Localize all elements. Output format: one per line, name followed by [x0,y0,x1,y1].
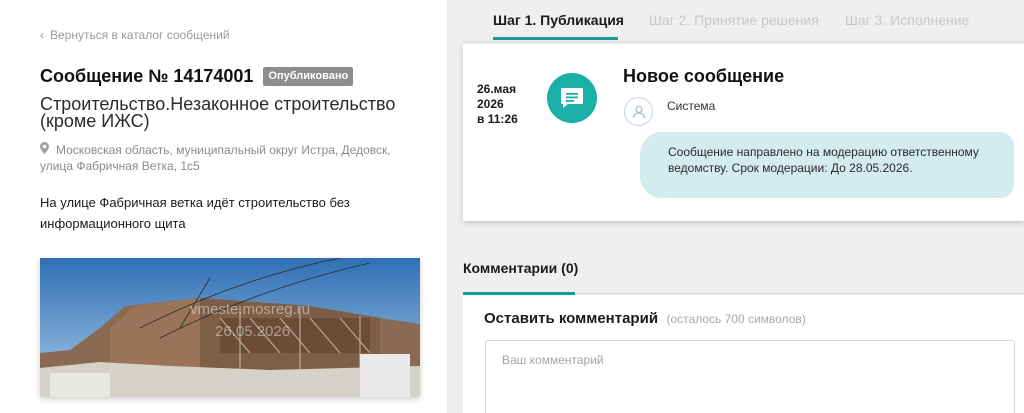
event-date-year: 2026 [477,97,504,111]
event-card: 26.мая 2026 в 11:26 Новое сообщение Сист… [463,44,1024,221]
chat-bubble-icon [547,73,597,123]
event-date: 26.мая 2026 в 11:26 [477,82,518,127]
message-title: Сообщение № 14174001 [40,66,254,86]
comment-form-heading: Оставить комментарий (осталось 700 симво… [484,310,806,328]
back-link-label: Вернуться в каталог сообщений [50,28,230,42]
event-author: Система [667,99,716,113]
tab-step-execution[interactable]: Шаг 3. Исполнение [845,12,969,28]
comment-heading-text: Оставить комментарий [484,310,659,327]
event-title: Новое сообщение [623,66,785,86]
comments-section: Комментарии (0) Оставить комментарий (ос… [463,244,1024,413]
address-text: Московская область, муниципальный округ … [40,143,391,173]
workflow-steps-tabs: Шаг 1. Публикация Шаг 2. Принятие решени… [463,0,1024,42]
message-category: Строительство.Незаконное строительство (… [40,94,396,131]
back-to-catalog-link[interactable]: ‹ Вернуться в каталог сообщений [40,28,230,42]
tab-step-decision[interactable]: Шаг 2. Принятие решения [649,12,819,28]
comment-textarea[interactable] [485,340,1015,413]
location-pin-icon [40,142,52,158]
message-details-panel: ‹ Вернуться в каталог сообщений Сообщение… [0,0,447,413]
tab-comments[interactable]: Комментарии (0) [463,260,578,276]
user-avatar-icon [624,97,653,126]
message-description: На улице Фабричная ветка идёт строительс… [40,195,350,231]
tab-step-publication[interactable]: Шаг 1. Публикация [493,12,624,28]
comment-char-limit: (осталось 700 символов) [666,312,806,326]
message-address: Московская область, муниципальный округ … [40,142,420,174]
photo-watermark-date: 26.05.2026 [215,323,290,340]
chevron-left-icon: ‹ [40,28,44,42]
message-photo[interactable]: vmeste.mosreg.ru 26.05.2026 [40,258,420,397]
photo-watermark-site: vmeste.mosreg.ru [190,301,310,318]
event-message-bubble: Сообщение направлено на модерацию ответс… [640,132,1014,198]
comments-divider [575,293,1024,294]
message-title-row: Сообщение № 14174001 Опубликовано [40,66,354,87]
event-date-time: в 11:26 [477,112,518,126]
status-badge: Опубликовано [263,67,354,86]
active-step-indicator [493,37,618,40]
event-date-day: 26.мая [477,82,517,96]
comment-form: Оставить комментарий (осталось 700 симво… [463,295,1024,413]
